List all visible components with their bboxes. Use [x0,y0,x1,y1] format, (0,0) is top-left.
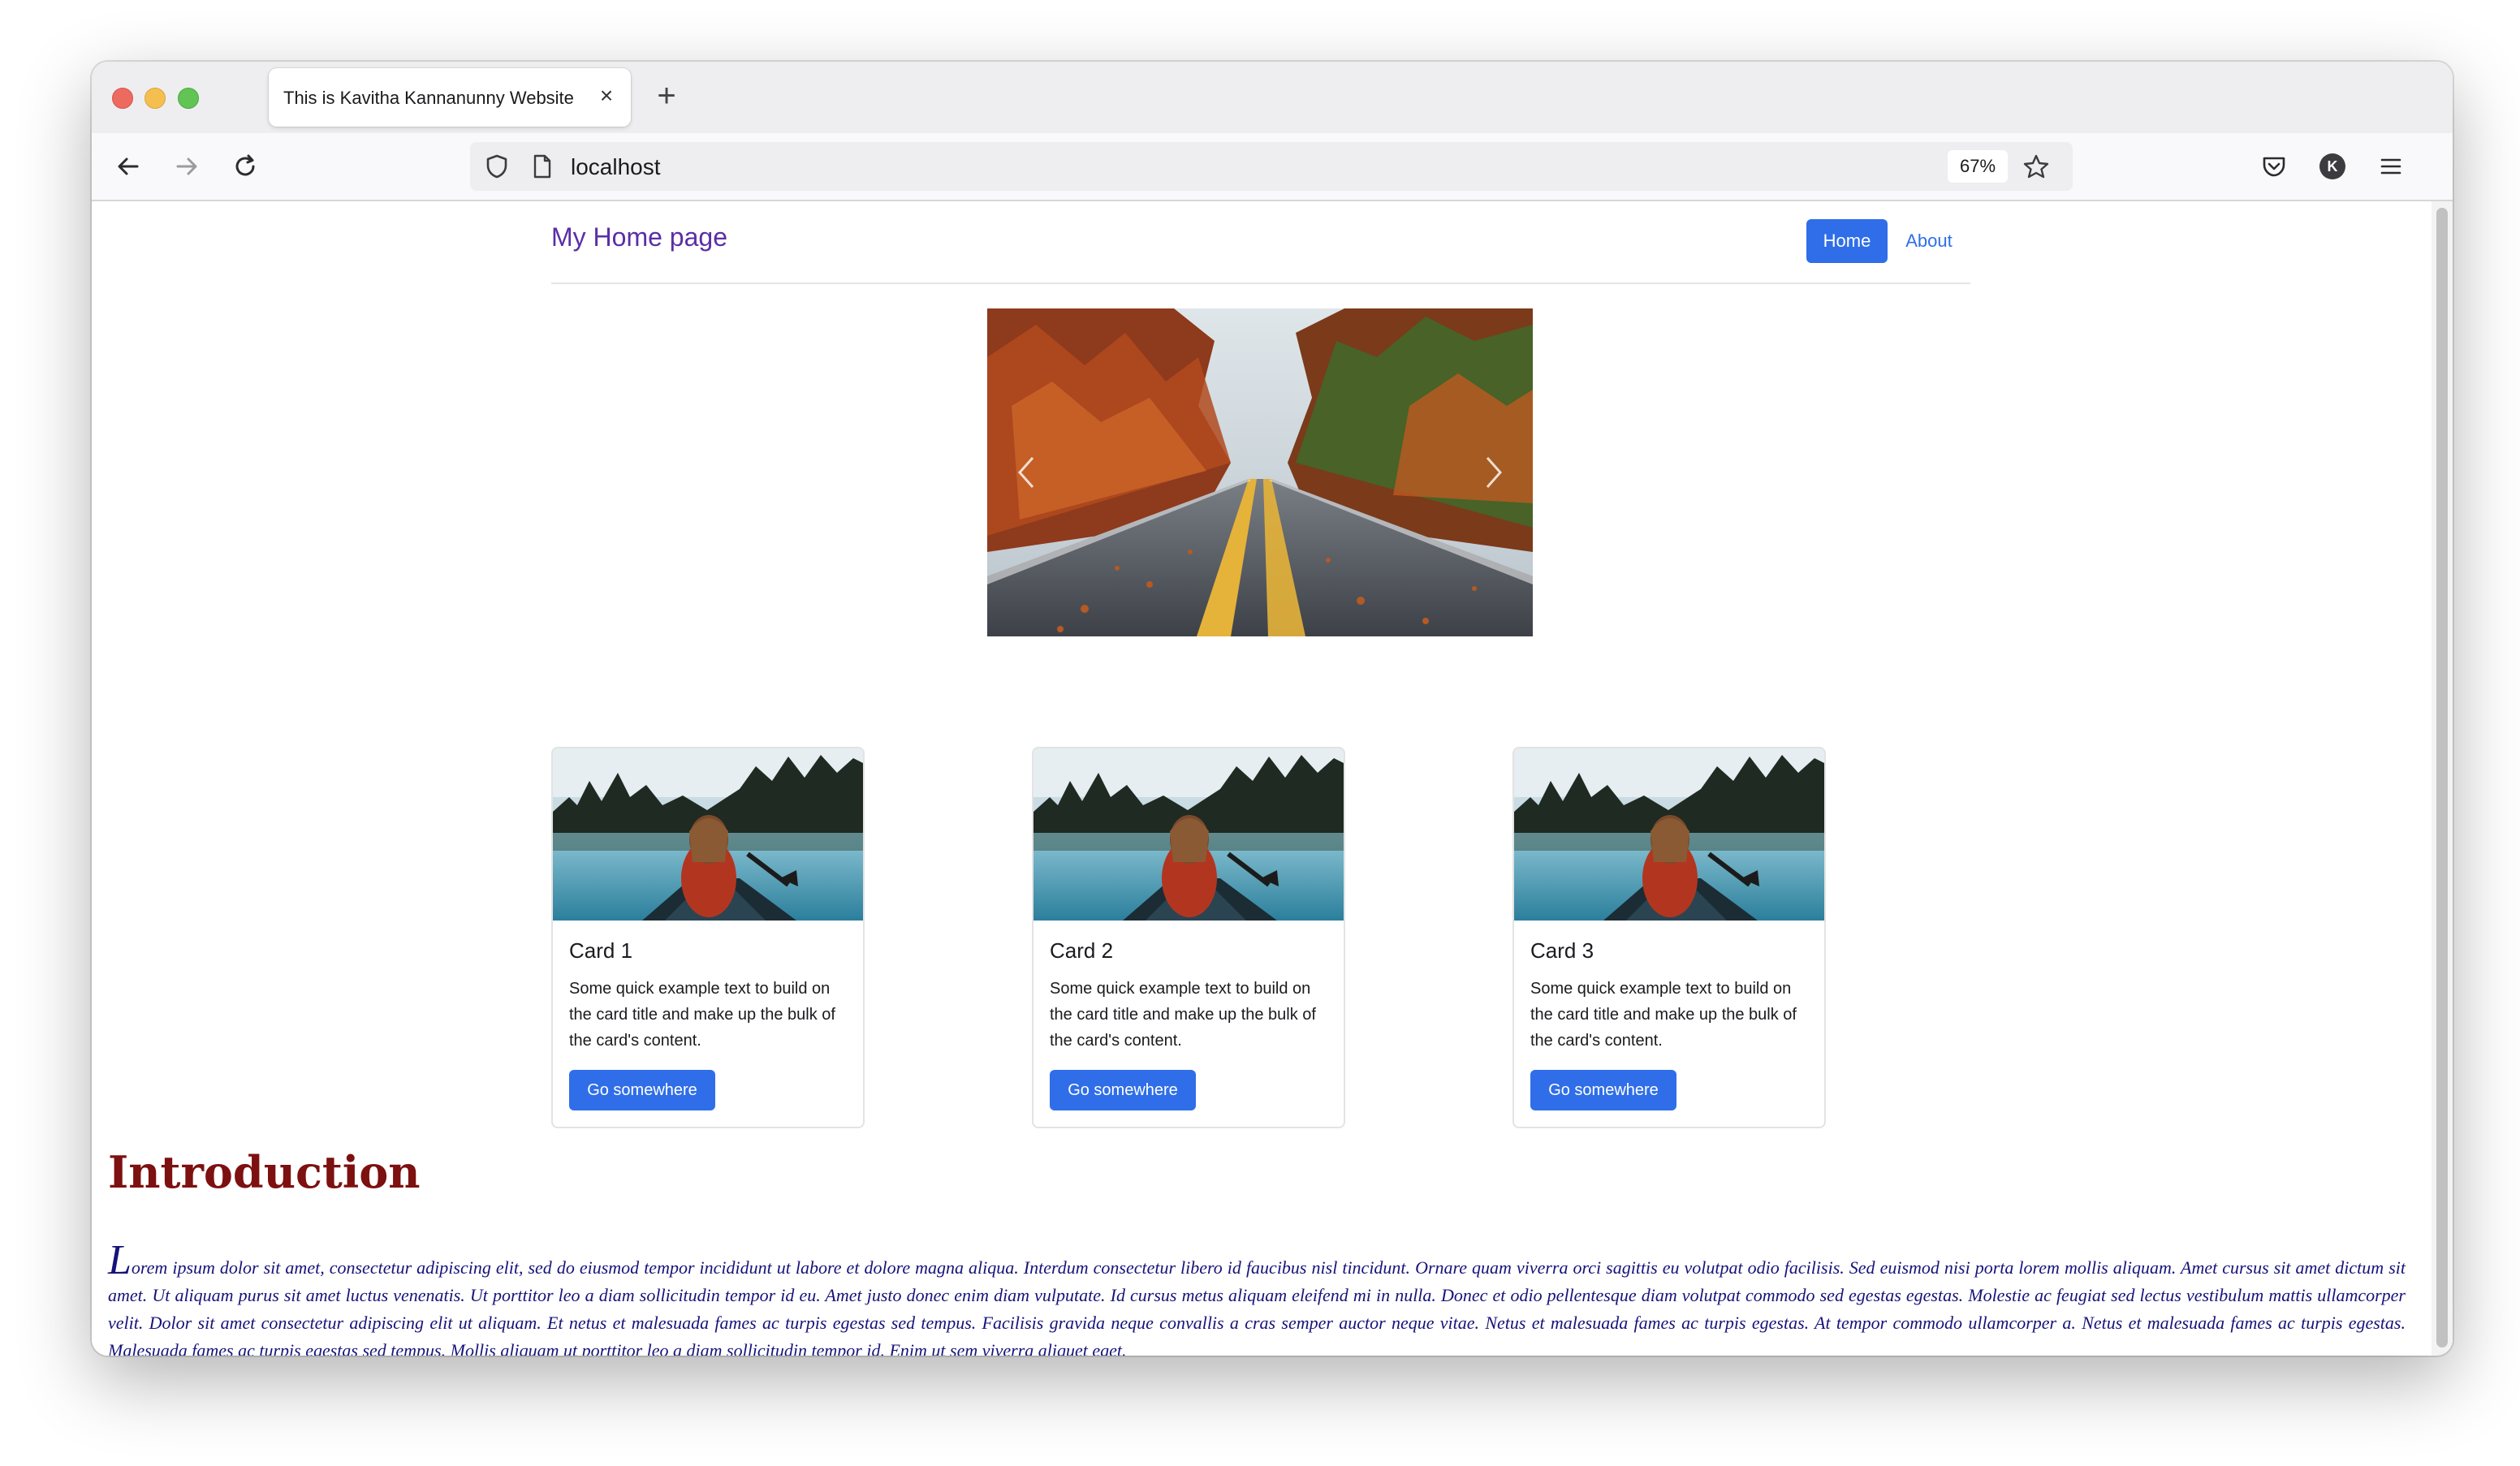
card-image [1514,748,1826,921]
browser-window: This is Kavitha Kannanunny Website × + l… [92,62,2453,1356]
forward-arrow-icon[interactable] [168,148,205,185]
nav-about-link[interactable]: About [1896,219,1962,263]
plus-icon[interactable]: + [649,80,684,115]
card-title: Card 3 [1530,938,1594,963]
browser-tab[interactable]: This is Kavitha Kannanunny Website × [269,68,631,127]
shield-icon[interactable] [485,153,509,183]
carousel-next-button[interactable] [1478,448,1510,497]
card: Card 1 Some quick example text to build … [551,747,865,1128]
account-avatar: K [2319,153,2345,179]
introduction-text: orem ipsum dolor sit amet, consectetur a… [108,1257,2406,1356]
tab-title: This is Kavitha Kannanunny Website [283,88,574,108]
card-text: Some quick example text to build on the … [1050,980,1316,1050]
go-somewhere-button[interactable]: Go somewhere [1050,1070,1196,1110]
chevron-right-icon [1486,457,1503,488]
carousel-prev-button[interactable] [1010,448,1042,497]
scrollbar-thumb[interactable] [2436,208,2448,1347]
card-text: Some quick example text to build on the … [569,980,835,1050]
chevron-left-icon [1017,457,1034,488]
drop-cap: L [108,1237,132,1283]
close-icon[interactable]: × [595,84,618,107]
zoom-level-badge[interactable]: 67% [1948,150,2008,183]
card: Card 3 Some quick example text to build … [1512,747,1826,1128]
hamburger-menu-icon[interactable] [2372,148,2410,185]
card-title: Card 2 [1050,938,1114,963]
star-icon[interactable] [2022,153,2050,183]
reload-icon[interactable] [227,148,264,185]
card-title: Card 1 [569,938,633,963]
carousel-slide-image [987,308,1533,636]
pocket-icon[interactable] [2255,148,2293,185]
introduction-heading: Introduction [108,1146,421,1198]
card-image [553,748,865,921]
tab-bar: This is Kavitha Kannanunny Website × + [92,62,2453,133]
card-image [1033,748,1345,921]
navigation-toolbar: localhost 67% K [92,133,2453,201]
scrollbar[interactable] [2432,201,2453,1356]
introduction-paragraph: Lorem ipsum dolor sit amet, consectetur … [108,1240,2406,1356]
go-somewhere-button[interactable]: Go somewhere [1530,1070,1676,1110]
site-header: My Home page Home About [551,201,1970,284]
nav-home-link[interactable]: Home [1806,219,1888,263]
address-bar[interactable]: localhost 67% [470,142,2073,191]
page-viewport: My Home page Home About Card 1 Some quic… [92,201,2453,1356]
close-window-button[interactable] [112,88,133,109]
image-carousel[interactable] [987,308,1533,636]
card-text: Some quick example text to build on the … [1530,980,1797,1050]
url-text[interactable]: localhost [571,154,661,180]
page-icon [532,154,553,183]
back-arrow-icon[interactable] [110,148,147,185]
go-somewhere-button[interactable]: Go somewhere [569,1070,715,1110]
card: Card 2 Some quick example text to build … [1032,747,1345,1128]
minimize-window-button[interactable] [145,88,166,109]
zoom-window-button[interactable] [178,88,199,109]
account-icon[interactable]: K [2314,148,2351,185]
site-brand[interactable]: My Home page [551,222,727,252]
